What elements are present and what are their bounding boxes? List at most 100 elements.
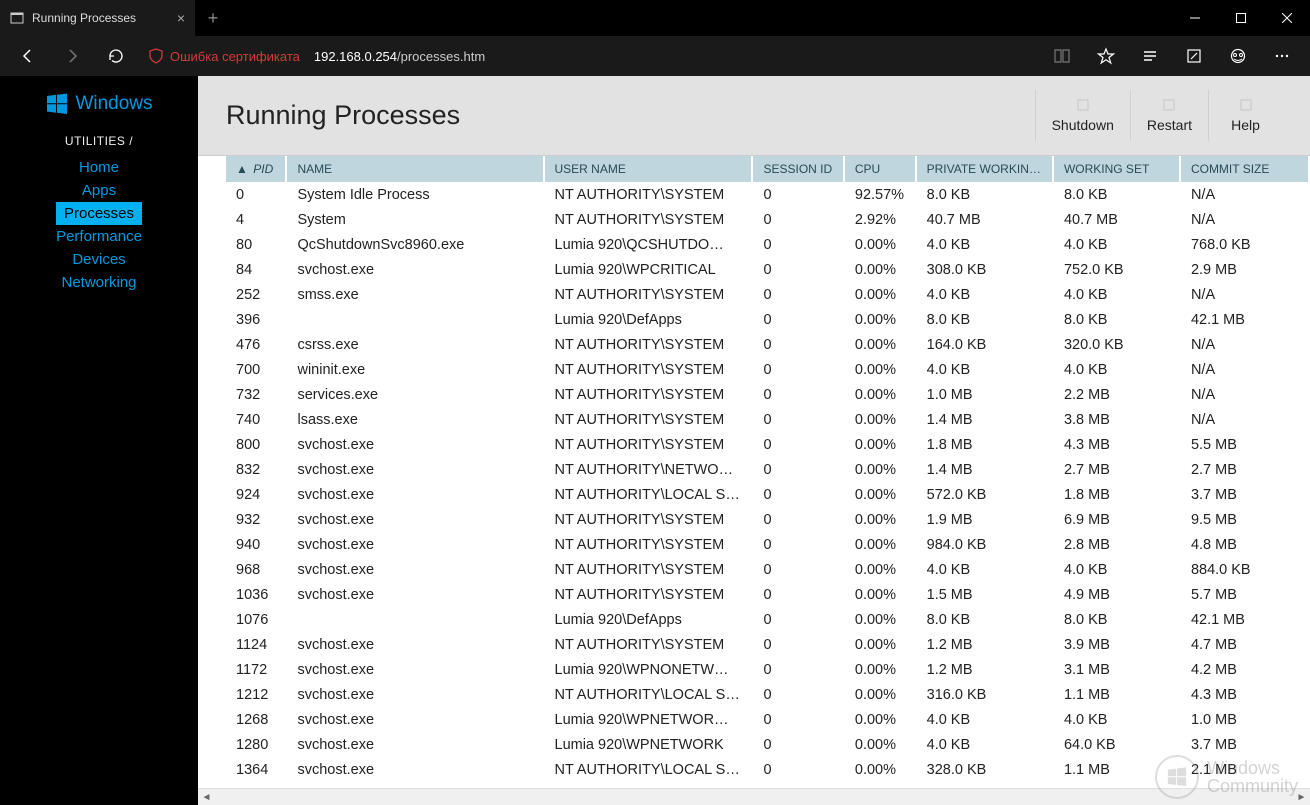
more-icon[interactable] [1262,36,1302,76]
column-header[interactable]: NAME [286,156,543,182]
table-row[interactable]: 968svchost.exeNT AUTHORITY\SYSTEM00.00%4… [226,557,1309,582]
scroll-left-icon[interactable]: ◄ [198,789,215,805]
table-cell: Lumia 920\DefApps [544,307,753,332]
table-cell: NT AUTHORITY\LOCAL S… [544,682,753,707]
table-cell: 0.00% [844,407,916,432]
certificate-warning[interactable]: Ошибка сертификата [148,48,300,64]
shield-alert-icon [148,48,164,64]
table-cell: 8.0 KB [1053,182,1180,207]
table-cell: 0.00% [844,357,916,382]
table-body: 0System Idle ProcessNT AUTHORITY\SYSTEM0… [226,182,1309,782]
url-display[interactable]: 192.168.0.254/processes.htm [314,49,485,64]
close-icon[interactable]: × [177,10,185,26]
table-cell: 1268 [226,707,286,732]
table-cell: Lumia 920\QCSHUTDO… [544,232,753,257]
table-cell: 4.7 MB [1180,632,1309,657]
table-row[interactable]: 940svchost.exeNT AUTHORITY\SYSTEM00.00%9… [226,532,1309,557]
table-cell: Lumia 920\DefApps [544,607,753,632]
horizontal-scrollbar[interactable]: ◄ ► [198,788,1310,805]
header-actions: ShutdownRestartHelp [1035,90,1282,141]
table-row[interactable]: 832svchost.exeNT AUTHORITY\NETWO…00.00%1… [226,457,1309,482]
new-tab-button[interactable]: + [195,0,231,36]
table-row[interactable]: 924svchost.exeNT AUTHORITY\LOCAL S…00.00… [226,482,1309,507]
table-cell: NT AUTHORITY\SYSTEM [544,507,753,532]
column-header[interactable]: WORKING SET [1053,156,1180,182]
table-cell: 1076 [226,607,286,632]
table-cell: NT AUTHORITY\SYSTEM [544,632,753,657]
url-host: 192.168.0.254 [314,49,397,64]
column-header[interactable]: USER NAME [544,156,753,182]
column-header[interactable]: SESSION ID [752,156,843,182]
web-note-icon[interactable] [1174,36,1214,76]
table-cell: NT AUTHORITY\SYSTEM [544,407,753,432]
table-row[interactable]: 800svchost.exeNT AUTHORITY\SYSTEM00.00%1… [226,432,1309,457]
table-cell: 0 [752,607,843,632]
refresh-button[interactable] [96,36,136,76]
column-header[interactable]: PRIVATE WORKIN… [916,156,1053,182]
table-header-row: ▲ PIDNAMEUSER NAMESESSION IDCPUPRIVATE W… [226,156,1309,182]
table-cell: 0 [752,632,843,657]
table-row[interactable]: 252smss.exeNT AUTHORITY\SYSTEM00.00%4.0 … [226,282,1309,307]
table-row[interactable]: 84svchost.exeLumia 920\WPCRITICAL00.00%3… [226,257,1309,282]
forward-button[interactable] [52,36,92,76]
column-header[interactable]: ▲ PID [226,156,286,182]
table-row[interactable]: 1124svchost.exeNT AUTHORITY\SYSTEM00.00%… [226,632,1309,657]
table-row[interactable]: 1172svchost.exeLumia 920\WPNONETW…00.00%… [226,657,1309,682]
table-row[interactable]: 1036svchost.exeNT AUTHORITY\SYSTEM00.00%… [226,582,1309,607]
share-icon[interactable] [1218,36,1258,76]
maximize-button[interactable] [1218,0,1264,36]
sidebar-item-home[interactable]: Home [56,156,142,179]
table-row[interactable]: 1268svchost.exeLumia 920\WPNETWOR…00.00%… [226,707,1309,732]
table-row[interactable]: 700wininit.exeNT AUTHORITY\SYSTEM00.00%4… [226,357,1309,382]
page-body: Windows UTILITIES / HomeAppsProcessesPer… [0,76,1310,805]
table-cell: 2.92% [844,207,916,232]
table-cell: NT AUTHORITY\LOCAL S… [544,757,753,782]
minimize-button[interactable] [1172,0,1218,36]
table-cell: 4 [226,207,286,232]
table-cell: 700 [226,357,286,382]
table-row[interactable]: 932svchost.exeNT AUTHORITY\SYSTEM00.00%1… [226,507,1309,532]
table-cell: 80 [226,232,286,257]
table-row[interactable]: 396Lumia 920\DefApps00.00%8.0 KB8.0 KB42… [226,307,1309,332]
help-button[interactable]: Help [1208,90,1282,141]
table-row[interactable]: 80QcShutdownSvc8960.exeLumia 920\QCSHUTD… [226,232,1309,257]
table-row[interactable]: 740lsass.exeNT AUTHORITY\SYSTEM00.00%1.4… [226,407,1309,432]
table-cell: 0.00% [844,457,916,482]
browser-tab[interactable]: Running Processes × [0,0,195,36]
table-cell: 0.00% [844,307,916,332]
reading-view-icon[interactable] [1042,36,1082,76]
table-cell: svchost.exe [286,707,543,732]
sidebar-item-devices[interactable]: Devices [56,248,142,271]
sidebar-item-performance[interactable]: Performance [56,225,142,248]
table-cell: 4.2 MB [1180,657,1309,682]
column-header[interactable]: CPU [844,156,916,182]
table-cell: N/A [1180,382,1309,407]
table-row[interactable]: 1364svchost.exeNT AUTHORITY\LOCAL S…00.0… [226,757,1309,782]
table-row[interactable]: 1076Lumia 920\DefApps00.00%8.0 KB8.0 KB4… [226,607,1309,632]
table-row[interactable]: 476csrss.exeNT AUTHORITY\SYSTEM00.00%164… [226,332,1309,357]
table-cell: 92.57% [844,182,916,207]
table-row[interactable]: 1280svchost.exeLumia 920\WPNETWORK00.00%… [226,732,1309,757]
table-row[interactable]: 1212svchost.exeNT AUTHORITY\LOCAL S…00.0… [226,682,1309,707]
table-row[interactable]: 732services.exeNT AUTHORITY\SYSTEM00.00%… [226,382,1309,407]
column-header[interactable]: COMMIT SIZE [1180,156,1309,182]
table-cell: 0.00% [844,557,916,582]
hub-icon[interactable] [1130,36,1170,76]
back-button[interactable] [8,36,48,76]
table-cell: Lumia 920\WPNONETW… [544,657,753,682]
restart-button[interactable]: Restart [1130,90,1208,141]
table-row[interactable]: 0System Idle ProcessNT AUTHORITY\SYSTEM0… [226,182,1309,207]
shutdown-button[interactable]: Shutdown [1035,90,1130,141]
sidebar-item-processes[interactable]: Processes [56,202,142,225]
sidebar-item-networking[interactable]: Networking [56,271,142,294]
table-cell: 0.00% [844,582,916,607]
sidebar-item-apps[interactable]: Apps [56,179,142,202]
table-scroll[interactable]: ▲ PIDNAMEUSER NAMESESSION IDCPUPRIVATE W… [198,156,1310,788]
close-button[interactable] [1264,0,1310,36]
scroll-right-icon[interactable]: ► [1293,789,1310,805]
favorite-icon[interactable] [1086,36,1126,76]
table-cell: System Idle Process [286,182,543,207]
table-cell: 328.0 KB [916,757,1053,782]
table-row[interactable]: 4SystemNT AUTHORITY\SYSTEM02.92%40.7 MB4… [226,207,1309,232]
table-cell: 0 [752,732,843,757]
